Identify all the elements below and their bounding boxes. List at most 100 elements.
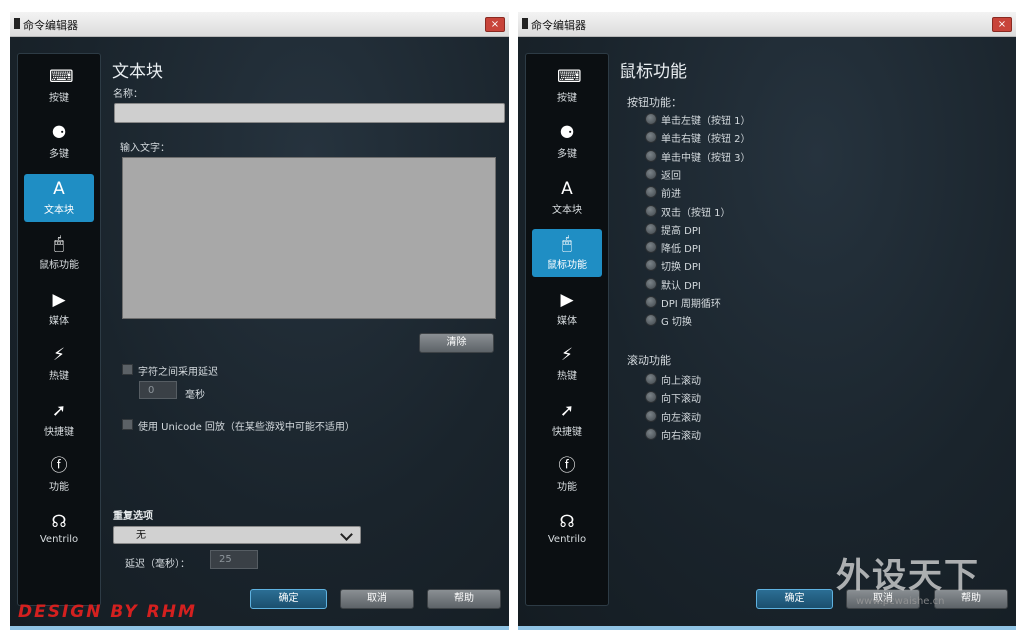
mouse-icon: 🖱 — [561, 234, 573, 254]
radio-button_options-0[interactable] — [645, 113, 657, 125]
radio-scroll_options-0[interactable] — [645, 373, 657, 385]
sidebar-item-label: 鼠标功能 — [39, 260, 79, 271]
sidebar-item-2[interactable]: A 文本块 — [24, 174, 94, 222]
radio-label: 切换 DPI — [661, 262, 701, 274]
designer-credit: DESIGN BY RHM — [18, 602, 197, 622]
multikey-icon: ⚈ — [51, 123, 67, 143]
radio-button_options-5[interactable] — [645, 204, 657, 217]
sidebar-item-label: 鼠标功能 — [547, 260, 587, 271]
sidebar-item-7[interactable]: ⓕ 功能 — [532, 451, 602, 499]
scroll-functions-label: 滚动功能 — [627, 354, 671, 367]
radio-button_options-7[interactable] — [645, 241, 657, 254]
radio-scroll_options-2[interactable] — [645, 409, 657, 422]
radio-button_options-10[interactable] — [645, 296, 657, 308]
radio-label: DPI 周期循环 — [661, 299, 721, 310]
sidebar-item-7[interactable]: ⓕ 功能 — [24, 451, 94, 499]
sidebar-item-3[interactable]: 🖱 鼠标功能 — [532, 229, 602, 277]
sidebar-item-0[interactable]: ⌨ 按键 — [24, 62, 94, 110]
title-bar: 命令编辑器 × — [10, 12, 509, 37]
sidebar-item-3[interactable]: 🖱 鼠标功能 — [24, 229, 94, 277]
sidebar-item-6[interactable]: ➚ 快捷键 — [24, 396, 94, 444]
function-icon: ⓕ — [558, 456, 576, 476]
sidebar-item-label: 功能 — [557, 482, 577, 493]
text-input-area[interactable] — [122, 157, 496, 319]
text-block-icon: A — [561, 179, 573, 199]
site-watermark: 外设天下 — [836, 556, 980, 596]
sidebar: ⌨ 按键 ⚈ 多键 A 文本块 🖱 鼠标功能 ▶ 媒体 ⚡ 热键 ➚ 快捷键 ⓕ 功能 ☊ Ventrilo — [17, 53, 101, 606]
text-block-icon: A — [53, 179, 65, 199]
sidebar-item-8[interactable]: ☊ Ventrilo — [532, 507, 602, 555]
function-icon: ⓕ — [50, 456, 68, 476]
sidebar-item-label: 按键 — [557, 93, 577, 104]
sidebar-item-label: Ventrilo — [39, 534, 79, 545]
radio-label: 向下滚动 — [661, 394, 701, 406]
radio-button_options-2[interactable] — [645, 149, 657, 162]
window-title: 命令编辑器 — [531, 19, 586, 32]
cancel-button[interactable]: 取消 — [340, 589, 414, 609]
mouse-icon: 🖱 — [53, 234, 65, 254]
command-editor-window-right: 命令编辑器 × ⌨ 按键 ⚈ 多键 A 文本块 🖱 鼠标功能 ▶ 媒体 ⚡ 热键 ➚ 快捷键 ⓕ 功能 ☊ Ven… — [518, 12, 1016, 630]
ok-button[interactable]: 确定 — [250, 589, 327, 609]
ventrilo-headset-icon: ☊ — [559, 512, 575, 532]
sidebar-item-label: 多键 — [557, 149, 577, 160]
radio-label: 向左滚动 — [661, 412, 701, 424]
help-button[interactable]: 帮助 — [427, 589, 501, 609]
sidebar-item-4[interactable]: ▶ 媒体 — [24, 285, 94, 333]
radio-label: G 切换 — [661, 317, 692, 329]
sidebar-item-6[interactable]: ➚ 快捷键 — [532, 396, 602, 444]
sidebar-item-2[interactable]: A 文本块 — [532, 174, 602, 222]
sidebar-item-0[interactable]: ⌨ 按键 — [532, 62, 602, 110]
radio-button_options-6[interactable] — [645, 222, 657, 235]
app-icon — [14, 18, 20, 29]
page-title: 鼠标功能 — [619, 62, 687, 82]
window-bottom-border — [10, 626, 509, 630]
name-input[interactable] — [114, 103, 505, 123]
repeat-options-label: 重复选项 — [113, 511, 153, 522]
page-title: 文本块 — [112, 62, 163, 82]
sidebar-item-label: 快捷键 — [552, 427, 582, 438]
clear-button[interactable]: 清除 — [419, 333, 494, 353]
sidebar-item-label: 热键 — [49, 371, 69, 382]
media-play-icon: ▶ — [560, 290, 574, 310]
window-title: 命令编辑器 — [23, 19, 78, 32]
repeat-delay-input[interactable]: 25 — [210, 550, 258, 569]
hotkey-icon: ⚡ — [53, 345, 65, 365]
sidebar-item-label: 媒体 — [49, 316, 69, 327]
radio-button_options-3[interactable] — [645, 167, 657, 180]
sidebar-item-label: 文本块 — [552, 205, 582, 216]
close-button[interactable]: × — [992, 17, 1012, 32]
chevron-down-icon — [340, 528, 353, 541]
radio-button_options-9[interactable] — [645, 277, 657, 290]
radio-label: 降低 DPI — [661, 244, 701, 256]
delay-ms-input[interactable]: 0 — [139, 381, 177, 399]
sidebar-item-8[interactable]: ☊ Ventrilo — [24, 507, 94, 555]
media-play-icon: ▶ — [52, 290, 66, 310]
name-label: 名称： — [113, 89, 143, 100]
radio-label: 默认 DPI — [661, 280, 701, 292]
key-icon: ⌨ — [557, 67, 582, 87]
site-watermark-url: www.pcwaishe.cn — [856, 596, 945, 607]
radio-label: 单击右键（按钮 2） — [661, 134, 751, 146]
shortcut-arrow-icon: ➚ — [51, 401, 67, 421]
ventrilo-headset-icon: ☊ — [51, 512, 67, 532]
sidebar-item-5[interactable]: ⚡ 热键 — [532, 340, 602, 388]
radio-scroll_options-3[interactable] — [645, 427, 657, 440]
ok-button[interactable]: 确定 — [756, 589, 833, 609]
sidebar-item-label: 多键 — [49, 149, 69, 160]
unicode-checkbox-label: 使用 Unicode 回放（在某些游戏中可能不适用） — [138, 422, 355, 433]
close-button[interactable]: × — [485, 17, 505, 32]
radio-label: 双击（按钮 1） — [661, 207, 731, 219]
hotkey-icon: ⚡ — [561, 345, 573, 365]
command-editor-window-left: 命令编辑器 × ⌨ 按键 ⚈ 多键 A 文本块 🖱 鼠标功能 ▶ 媒体 ⚡ 热键 ➚ 快捷键 ⓕ 功能 ☊ Ven… — [10, 12, 509, 630]
sidebar-item-4[interactable]: ▶ 媒体 — [532, 285, 602, 333]
sidebar-item-1[interactable]: ⚈ 多键 — [532, 118, 602, 166]
sidebar-item-1[interactable]: ⚈ 多键 — [24, 118, 94, 166]
sidebar-item-label: Ventrilo — [547, 534, 587, 545]
delay-checkbox[interactable] — [122, 364, 133, 375]
radio-label: 返回 — [661, 170, 681, 182]
window-bottom-border — [518, 626, 1016, 630]
unicode-checkbox[interactable] — [122, 419, 133, 430]
sidebar-item-label: 按键 — [49, 93, 69, 104]
repeat-select[interactable]: 无 — [113, 526, 361, 544]
sidebar-item-5[interactable]: ⚡ 热键 — [24, 340, 94, 388]
